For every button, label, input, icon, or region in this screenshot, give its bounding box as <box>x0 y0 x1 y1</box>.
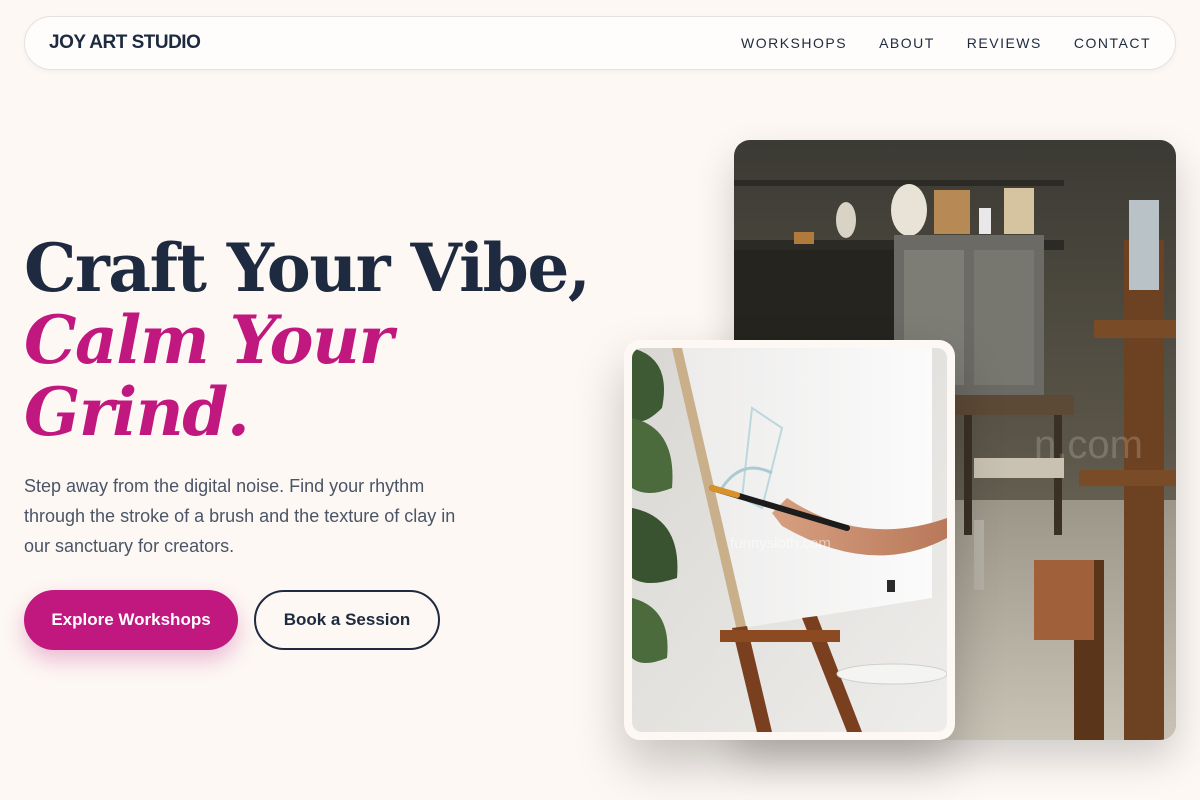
painter-image-card: funnysloth.com <box>624 340 955 740</box>
brand-logo[interactable]: JOY ART STUDIO <box>49 32 201 54</box>
book-session-button[interactable]: Book a Session <box>254 590 440 650</box>
nav-links: WORKSHOPS ABOUT REVIEWS CONTACT <box>741 35 1151 51</box>
nav-link-contact[interactable]: CONTACT <box>1074 35 1151 51</box>
svg-text:n.com: n.com <box>1034 423 1143 467</box>
top-navigation: JOY ART STUDIO WORKSHOPS ABOUT REVIEWS C… <box>24 16 1176 70</box>
nav-link-about[interactable]: ABOUT <box>879 35 935 51</box>
svg-text:funnysloth.com: funnysloth.com <box>730 535 831 552</box>
painter-at-easel-image: funnysloth.com <box>632 348 947 732</box>
nav-link-reviews[interactable]: REVIEWS <box>967 35 1042 51</box>
headline-line-2: Calm Your <box>24 301 393 379</box>
headline-line-3: Grind. <box>24 373 250 451</box>
nav-link-workshops[interactable]: WORKSHOPS <box>741 35 847 51</box>
headline-line-1: Craft Your Vibe, <box>24 229 591 307</box>
hero-headline: Craft Your Vibe, Calm Your Grind. <box>24 229 591 451</box>
hero-description: Step away from the digital noise. Find y… <box>24 476 456 556</box>
explore-workshops-button[interactable]: Explore Workshops <box>24 590 238 650</box>
